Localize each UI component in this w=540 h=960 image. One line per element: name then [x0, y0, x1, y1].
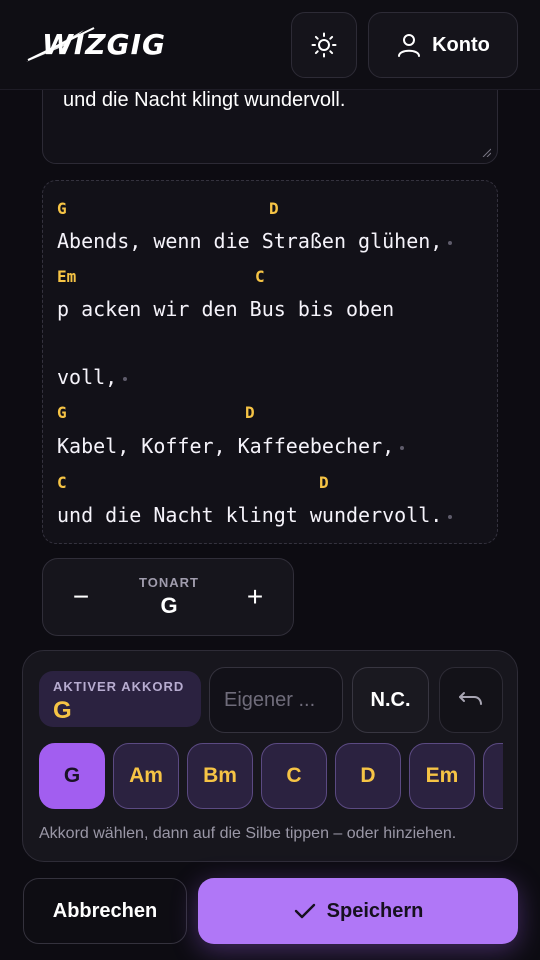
active-chord-display: AKTIVER AKKORD G: [39, 671, 201, 727]
chord-label[interactable]: D: [319, 473, 329, 492]
save-label: Speichern: [326, 899, 424, 922]
chord-preview[interactable]: G D Abends, wenn die Straßen glühen, Em …: [42, 180, 498, 544]
chord-picker-panel: AKTIVER AKKORD G N.C. G Am Bm C D Em F A…: [22, 650, 518, 862]
line-end-dot: [123, 376, 128, 381]
chord-label[interactable]: G: [57, 199, 67, 218]
account-label: Konto: [432, 33, 490, 56]
chord-chip-g[interactable]: G: [39, 743, 105, 809]
save-button[interactable]: Speichern: [198, 878, 518, 944]
wizgig-logo[interactable]: WIZGIG: [24, 22, 184, 66]
check-icon: [294, 903, 315, 919]
user-icon: [398, 34, 421, 57]
chord-chip-em[interactable]: Em: [409, 743, 475, 809]
lyric-line[interactable]: Abends, wenn die Straßen glühen,: [57, 229, 453, 253]
line-end-dot: [448, 514, 453, 519]
sun-icon: [311, 32, 337, 58]
chord-chip-am[interactable]: Am: [113, 743, 179, 809]
chord-chip-row[interactable]: G Am Bm C D Em F: [37, 741, 503, 811]
chord-label[interactable]: C: [255, 267, 265, 286]
chord-hint-text: Akkord wählen, dann auf die Silbe tippen…: [39, 825, 457, 842]
undo-icon: [459, 692, 482, 705]
action-bar: Abbrechen Speichern: [0, 862, 540, 960]
chord-chip-f[interactable]: F: [483, 743, 503, 809]
logo-text: WIZGIG: [42, 28, 166, 61]
textarea-visible-line: und die Nacht klingt wundervoll.: [63, 89, 346, 111]
undo-button[interactable]: [439, 667, 503, 733]
lyric-text: Abends, wenn die Straßen glühen,: [57, 229, 443, 253]
lyric-text: voll,: [57, 365, 118, 389]
line-end-dot: [400, 445, 405, 450]
lyric-line[interactable]: Kabel, Koffer, Kaffeebecher,: [57, 434, 405, 458]
lyric-text: p acken wir den Bus bis oben: [57, 297, 395, 321]
chord-label[interactable]: D: [269, 199, 279, 218]
chord-label[interactable]: C: [57, 473, 67, 492]
active-chord-value: G: [53, 697, 72, 724]
chord-chip-c[interactable]: C: [261, 743, 327, 809]
chord-label[interactable]: D: [245, 403, 255, 422]
no-chord-button[interactable]: N.C.: [352, 667, 429, 733]
lyric-text: und die Nacht klingt wundervoll.: [57, 503, 443, 527]
resize-grip-icon[interactable]: [481, 147, 491, 157]
account-button[interactable]: Konto: [368, 12, 518, 78]
lyric-line[interactable]: p acken wir den Bus bis oben: [57, 297, 394, 321]
chord-label[interactable]: Em: [57, 267, 76, 286]
key-control: − TONART G +: [42, 558, 294, 636]
active-chord-label: AKTIVER AKKORD: [53, 679, 185, 694]
cancel-button[interactable]: Abbrechen: [23, 878, 187, 944]
app-header: WIZGIG Konto: [0, 0, 540, 90]
theme-toggle-button[interactable]: [291, 12, 357, 78]
lyric-line[interactable]: voll,: [57, 365, 128, 389]
chord-chip-d[interactable]: D: [335, 743, 401, 809]
custom-chord-input[interactable]: [209, 667, 343, 733]
lyric-text: Kabel, Koffer, Kaffeebecher,: [57, 434, 395, 458]
lyric-line[interactable]: und die Nacht klingt wundervoll.: [57, 503, 453, 527]
transpose-up-button[interactable]: +: [235, 577, 275, 617]
line-end-dot: [448, 240, 453, 245]
chord-chip-bm[interactable]: Bm: [187, 743, 253, 809]
chord-label[interactable]: G: [57, 403, 67, 422]
